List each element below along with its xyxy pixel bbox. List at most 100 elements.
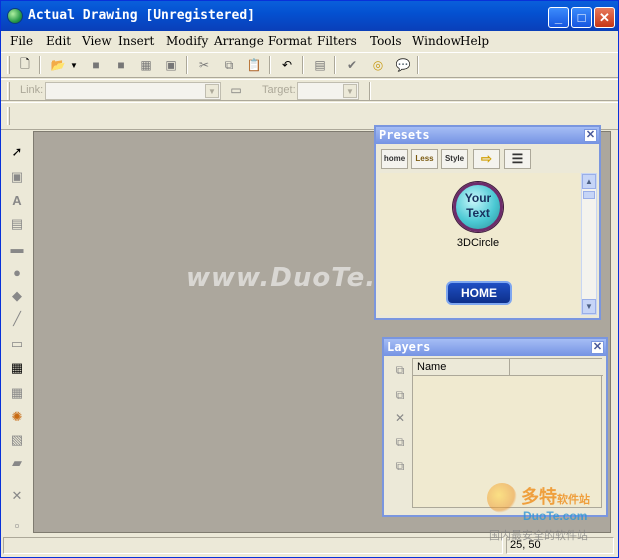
scroll-down-icon[interactable]: ▼: [582, 299, 596, 314]
brand-subtitle: 国内最安全的软件站: [489, 530, 588, 542]
insert-text-icon[interactable]: A: [8, 191, 26, 209]
toolbar-separator: [302, 56, 304, 74]
print-icon[interactable]: ▦: [137, 57, 155, 73]
open-folder-icon[interactable]: 📂: [49, 57, 67, 73]
preset-3dcircle[interactable]: Your Text: [453, 182, 503, 232]
paste-icon[interactable]: 📋: [245, 57, 263, 73]
insert-form-icon[interactable]: ▦: [8, 359, 26, 377]
close-button[interactable]: ✕: [594, 7, 615, 28]
scroll-up-icon[interactable]: ▲: [582, 174, 596, 189]
new-file-icon[interactable]: 🗋: [16, 57, 34, 73]
spell-check-icon[interactable]: ✔: [343, 57, 361, 73]
menu-tools[interactable]: Tools: [370, 34, 402, 48]
menu-file[interactable]: File: [10, 34, 33, 48]
duplicate-layer-icon[interactable]: ⧉: [392, 387, 408, 403]
pointer-tool-icon[interactable]: ➚: [8, 143, 26, 161]
scroll-thumb[interactable]: [583, 191, 595, 199]
list-icon[interactable]: ☰: [504, 149, 531, 169]
menu-format[interactable]: Format: [268, 34, 312, 48]
insert-table-icon[interactable]: ▦: [8, 384, 26, 402]
menu-arrange[interactable]: Arrange: [214, 34, 264, 48]
presets-title[interactable]: Presets: [376, 127, 599, 144]
insert-freeform-icon[interactable]: ◆: [8, 287, 26, 305]
move-layer-down-icon[interactable]: ⧉: [392, 458, 408, 474]
presets-scrollbar[interactable]: ▲ ▼: [581, 173, 597, 315]
app-window: Actual Drawing [Unregistered] _ □ ✕ File…: [0, 0, 619, 558]
toolbar-separator: [269, 56, 271, 74]
tools-toolbar: ➚ ▣ A ▤ ▬ ● ◆ ╱ ▭ ▦ ▦ ✺ ▧ ▰ ✕ ▫: [1, 131, 32, 533]
undo-icon[interactable]: ↶: [278, 57, 296, 73]
link-label: Link:: [20, 84, 44, 96]
brand-logo-icon: [487, 483, 517, 513]
target-combo[interactable]: ▼: [297, 82, 359, 100]
publish-icon[interactable]: ▣: [162, 57, 180, 73]
delete-tool-icon[interactable]: ✕: [8, 487, 26, 505]
column-header-blank[interactable]: [510, 359, 603, 376]
properties-tool-icon[interactable]: ▫: [8, 516, 26, 534]
close-icon[interactable]: ✕: [584, 129, 597, 142]
toolbar-separator: [186, 56, 188, 74]
preview-browser-icon[interactable]: ◎: [369, 57, 387, 73]
preset-tab-less[interactable]: Less: [411, 149, 438, 169]
menu-window[interactable]: Window: [412, 34, 461, 48]
menu-modify[interactable]: Modify: [166, 34, 208, 48]
minimize-button[interactable]: _: [548, 7, 569, 28]
chevron-down-icon[interactable]: ▼: [205, 84, 219, 98]
toolbar-separator: [417, 56, 419, 74]
standard-toolbar: 🗋 📂 ▼ ■ ■ ▦ ▣ ✂ ⧉ 📋 ↶ ▤ ✔ ◎ 💬: [1, 52, 618, 78]
copy-icon[interactable]: ⧉: [220, 57, 238, 73]
cut-icon[interactable]: ✂: [195, 57, 213, 73]
save-as-icon[interactable]: ■: [112, 57, 130, 73]
new-layer-icon[interactable]: ⧉: [392, 362, 408, 378]
help-balloon-icon[interactable]: 💬: [394, 57, 412, 73]
close-icon[interactable]: ✕: [591, 341, 604, 354]
page-properties-icon[interactable]: ▤: [311, 57, 329, 73]
menu-edit[interactable]: Edit: [46, 34, 71, 48]
menu-view[interactable]: View: [82, 34, 112, 48]
layers-tools: ⧉ ⧉ ✕ ⧉ ⧉: [386, 358, 412, 508]
link-toolbar: Link: ▼ ▭ Target: ▼: [1, 79, 618, 101]
toolbar-grip[interactable]: [7, 82, 10, 100]
brand-url: DuoTe.com: [523, 509, 588, 523]
menu-help[interactable]: Help: [460, 34, 489, 48]
preset-caption: 3DCircle: [456, 237, 500, 249]
brand-watermark: 多特软件站 DuoTe.com 国内最安全的软件站: [485, 483, 617, 553]
insert-textbox-icon[interactable]: ▤: [8, 215, 26, 233]
presets-panel: Presets ✕ home Less Style ⇨ ☰ Your Text 3…: [374, 125, 601, 320]
column-header-name[interactable]: Name: [413, 359, 510, 376]
toolbar-separator: [39, 56, 41, 74]
insert-button-icon[interactable]: ▭: [8, 335, 26, 353]
insert-ellipse-icon[interactable]: ●: [8, 263, 26, 281]
app-icon[interactable]: [7, 8, 23, 24]
insert-flash-icon[interactable]: ▰: [8, 454, 26, 472]
preset-tab-home[interactable]: home: [381, 149, 408, 169]
toolbar-grip[interactable]: [7, 56, 10, 74]
toolbar-grip[interactable]: [7, 107, 10, 125]
insert-image-icon[interactable]: ▣: [8, 168, 26, 186]
chevron-down-icon[interactable]: ▼: [343, 84, 357, 98]
open-dropdown-icon[interactable]: ▼: [69, 57, 79, 73]
move-layer-up-icon[interactable]: ⧉: [392, 434, 408, 450]
link-browse-icon[interactable]: ▭: [227, 82, 245, 98]
insert-line-icon[interactable]: ╱: [8, 310, 26, 328]
target-label: Target:: [262, 84, 296, 96]
toolbar-separator: [334, 56, 336, 74]
link-combo[interactable]: ▼: [45, 82, 221, 100]
save-icon[interactable]: ■: [87, 57, 105, 73]
maximize-button[interactable]: □: [571, 7, 592, 28]
menu-insert[interactable]: Insert: [118, 34, 154, 48]
brand-name: 多特软件站: [521, 487, 590, 507]
insert-animation-icon[interactable]: ✺: [8, 408, 26, 426]
presets-gallery: Your Text 3DCircle HOME: [380, 173, 580, 315]
delete-layer-icon[interactable]: ✕: [392, 410, 408, 426]
menu-filters[interactable]: Filters: [317, 34, 357, 48]
preset-home-button[interactable]: HOME: [446, 281, 512, 305]
arrow-icon[interactable]: ⇨: [473, 149, 500, 169]
insert-html-icon[interactable]: ▧: [8, 431, 26, 449]
window-title: Actual Drawing [Unregistered]: [28, 8, 255, 23]
insert-rectangle-icon[interactable]: ▬: [8, 239, 26, 257]
preset-tab-style[interactable]: Style: [441, 149, 468, 169]
title-bar[interactable]: Actual Drawing [Unregistered] _ □ ✕: [1, 1, 618, 31]
layers-title[interactable]: Layers: [384, 339, 606, 356]
status-message: [3, 537, 503, 554]
